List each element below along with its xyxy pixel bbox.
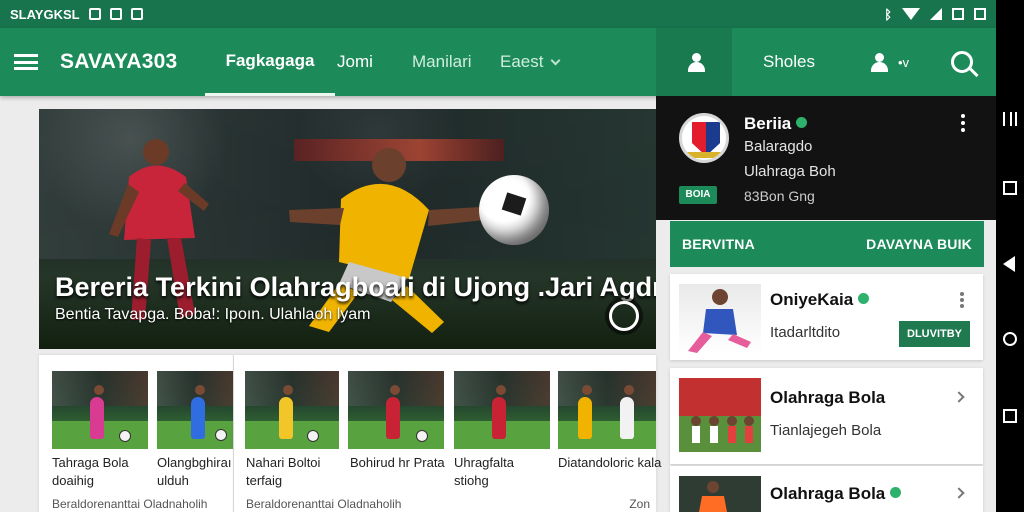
- tab-home[interactable]: Fagkagaga: [205, 28, 335, 96]
- side-item-subtitle: Tianlajegeh Bola: [770, 422, 882, 439]
- side-item-thumbnail: [679, 476, 761, 512]
- menu-icon[interactable]: [14, 54, 38, 70]
- play-icon[interactable]: [609, 301, 639, 331]
- battery-icon-secondary: [974, 8, 986, 20]
- profile-panel: BOIA Beriia Balaragdo Ulahraga Boh 83Bon…: [656, 96, 996, 220]
- news-card-pair-left[interactable]: Tahraga Bola doaihig Beraldorenanttai Ol…: [39, 354, 233, 512]
- news-thumbnail: [52, 371, 148, 449]
- back-icon[interactable]: [1003, 256, 1015, 272]
- overview-icon[interactable]: [1003, 409, 1017, 423]
- chevron-right-icon[interactable]: [953, 391, 965, 403]
- bluetooth-icon: ᛒ: [884, 6, 892, 22]
- more-options-icon[interactable]: [953, 292, 971, 312]
- tab-manilari[interactable]: Manilari: [412, 28, 482, 96]
- search-icon: [951, 51, 973, 73]
- status-bar: SLAYGKSL ᛒ: [0, 0, 996, 28]
- tab-manilari-label: Manilari: [412, 52, 472, 71]
- side-item-thumbnail: [679, 378, 761, 452]
- news-meta: Zon: [629, 497, 650, 511]
- menu-icon[interactable]: [1003, 112, 1017, 126]
- club-logo: [679, 113, 729, 163]
- wifi-icon: [902, 8, 920, 20]
- more-options-icon[interactable]: [954, 114, 972, 134]
- android-screen: SLAYGKSL ᛒ SAVAYA303 Fagkagaga Jomi Mani…: [0, 0, 1024, 512]
- yellow-player-image: [289, 148, 515, 333]
- side-item[interactable]: Olahraga Bola Tianlajegeh Bola: [670, 368, 983, 464]
- news-thumbnail: [245, 371, 339, 449]
- shoes-button[interactable]: Sholes: [760, 28, 818, 96]
- hero-title: Bereria Terkini Olahragboali di Ujong .J…: [55, 272, 656, 302]
- news-subtitle: stiohg: [454, 473, 489, 488]
- brand-title: SAVAYA303: [60, 50, 178, 73]
- news-thumbnail: [454, 371, 550, 449]
- profile-title: Beriia: [744, 114, 808, 134]
- news-subtitle: ulduh: [157, 473, 189, 488]
- home-icon[interactable]: [1003, 332, 1017, 346]
- news-subtitle: doaihig: [52, 473, 94, 488]
- tab-eaest-label: Eaest: [500, 52, 544, 71]
- club-badge: BOIA: [679, 186, 717, 204]
- side-item[interactable]: Olahraga Bola: [670, 466, 983, 512]
- news-title: Uhragfalta: [454, 455, 514, 470]
- soccer-ball-icon: [479, 175, 549, 245]
- team-image: [679, 378, 761, 452]
- profile-button[interactable]: •v: [852, 28, 927, 96]
- user-icon: [870, 53, 888, 72]
- tab-eaest[interactable]: Eaest: [500, 28, 570, 96]
- side-item-title: Olahraga Bola: [770, 388, 886, 407]
- blue-player-image: [688, 289, 751, 353]
- tab-home-label: Fagkagaga: [225, 50, 315, 70]
- news-subtitle: terfaig: [246, 473, 283, 488]
- profile-line-2: Ulahraga Boh: [744, 163, 836, 180]
- battery-icon: [952, 8, 964, 20]
- hero-banner[interactable]: Bereria Terkini Olahragboali di Ujong .J…: [39, 109, 656, 349]
- side-item-thumbnail: [679, 284, 761, 354]
- hero-subtitle: Bentia Tavapga. Boba!: Ipoın. Ulahlaoh l…: [55, 306, 371, 323]
- news-title: Nahari Boltoi: [246, 455, 321, 470]
- news-title: Diatandoloric kala: [558, 455, 662, 470]
- verified-icon: [858, 293, 870, 304]
- side-header-left: BERVITNA: [682, 236, 755, 252]
- verified-icon: [796, 117, 808, 128]
- orange-player-image: [679, 476, 761, 512]
- news-meta: Beraldorenanttai Oladnaholih: [52, 497, 208, 511]
- side-item-title: Olahraga Bola: [770, 484, 902, 504]
- chevron-down-icon: [551, 55, 561, 65]
- verified-icon: [890, 487, 902, 498]
- search-button[interactable]: [945, 28, 979, 96]
- profile-line-3: 83Bon Gng: [744, 188, 815, 204]
- chevron-right-icon[interactable]: [953, 487, 965, 499]
- android-navigation-bar: [996, 0, 1024, 512]
- side-header-right[interactable]: DAVAYNA BUIK: [866, 236, 972, 252]
- notification-icon: [88, 8, 101, 20]
- news-title: Tahraga Bola: [52, 455, 129, 470]
- tab-jomi[interactable]: Jomi: [337, 28, 382, 96]
- shield-icon: [130, 8, 143, 20]
- app-bar: SAVAYA303 Fagkagaga Jomi Manilari Eaest …: [0, 28, 996, 96]
- news-title: Bohirud hr Prata: [350, 455, 445, 470]
- news-thumbnail: [157, 371, 233, 449]
- signal-icon: [930, 8, 942, 20]
- side-item-subtitle: Itadarltdito: [770, 324, 841, 341]
- status-icons: ᛒ: [884, 7, 986, 22]
- people-button[interactable]: [676, 28, 716, 96]
- people-icon: [687, 53, 705, 72]
- follow-button[interactable]: DLUVITBY: [899, 321, 970, 347]
- news-card-row[interactable]: Nahari Boltoi terfaig Beraldorenanttai O…: [234, 354, 661, 512]
- profile-line-1: Balaragdo: [744, 138, 813, 155]
- recent-apps-icon[interactable]: [1003, 181, 1017, 195]
- news-meta: Beraldorenanttai Oladnaholih: [246, 497, 402, 511]
- status-left-text: SLAYGKSL: [10, 6, 80, 22]
- side-item[interactable]: OniyeKaia Itadarltdito DLUVITBY: [670, 274, 983, 360]
- news-title: Olangbghiraı: [157, 455, 232, 470]
- side-item-title: OniyeKaia: [770, 290, 870, 310]
- image-icon: [109, 8, 122, 20]
- side-section-header: BERVITNA DAVAYNA BUIK: [670, 221, 984, 267]
- news-thumbnail: [558, 371, 656, 449]
- profile-extra: •v: [897, 54, 910, 70]
- shoes-label: Sholes: [763, 52, 815, 71]
- news-thumbnail: [348, 371, 444, 449]
- tab-jomi-label: Jomi: [337, 52, 373, 71]
